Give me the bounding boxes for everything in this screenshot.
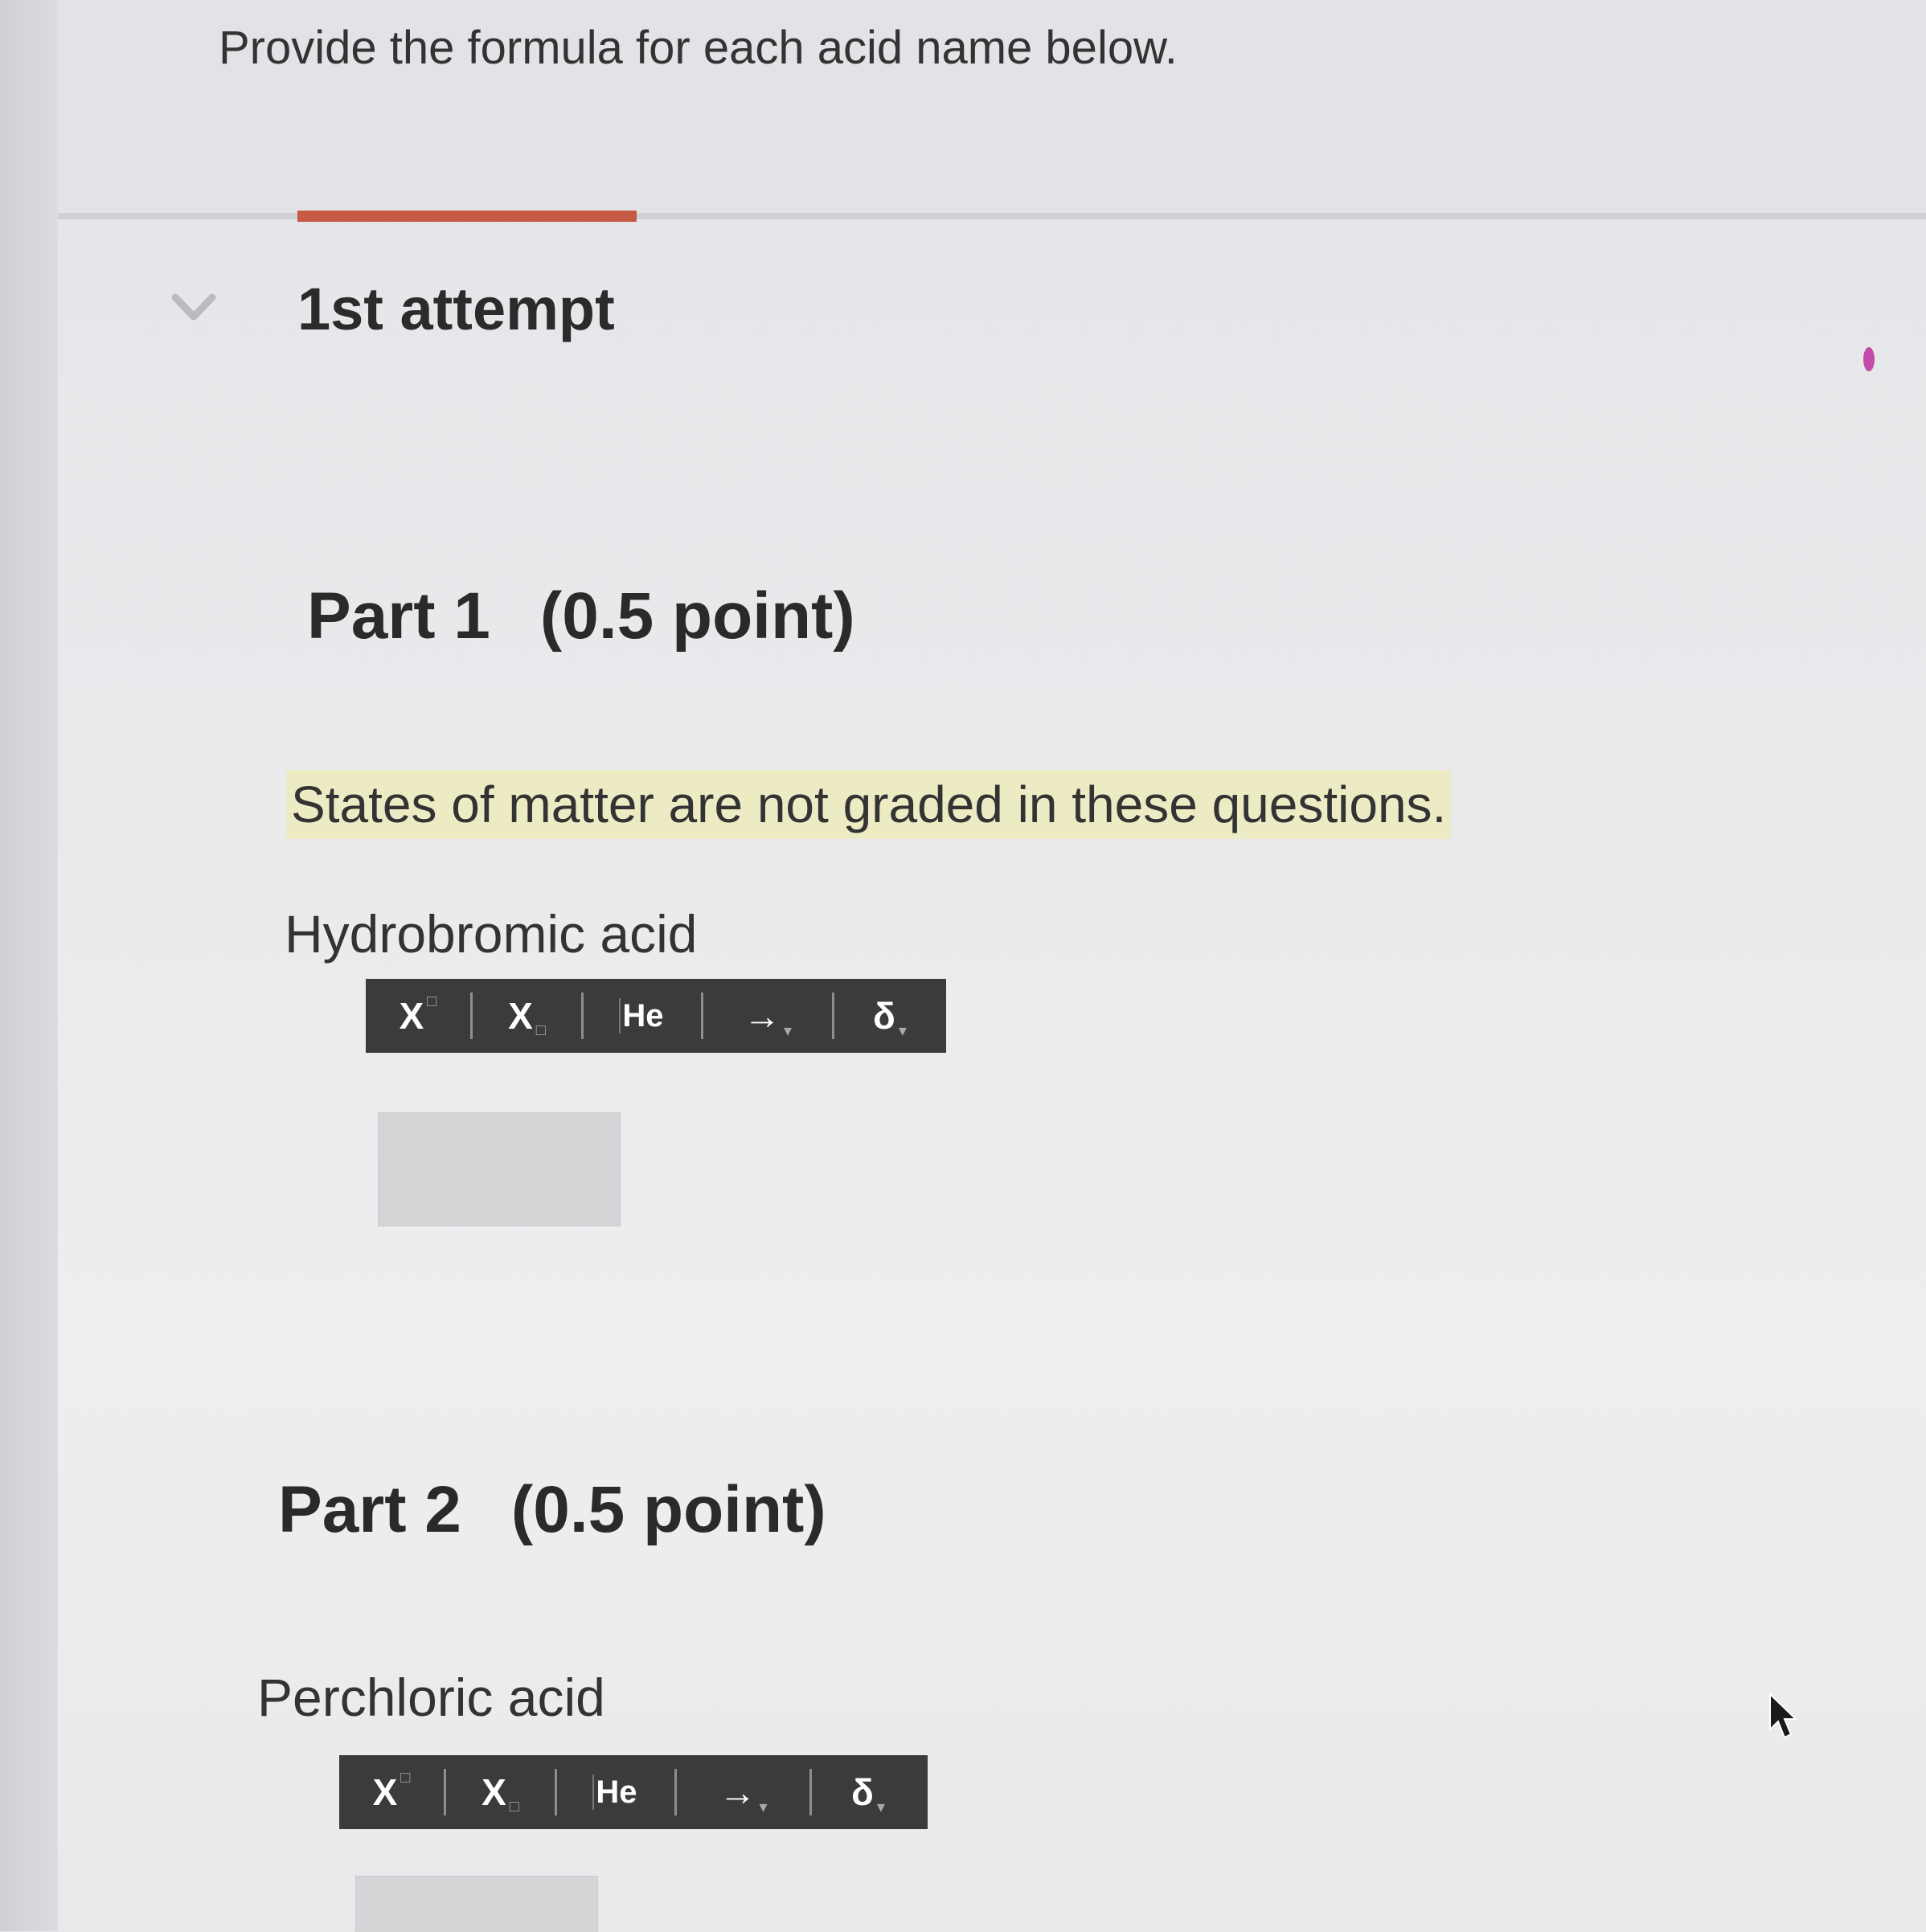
part-2-acid-name: Perchloric acid bbox=[257, 1668, 605, 1727]
part-2-label: Part 2 bbox=[278, 1473, 461, 1546]
part-1-label: Part 1 bbox=[307, 579, 490, 653]
part-2-formula-toolbar: X □ X □ He → ▾ δ ▾ bbox=[339, 1755, 928, 1829]
delta-label: δ bbox=[873, 995, 895, 1037]
element-label: He bbox=[592, 1774, 638, 1810]
part-2-answer-input[interactable] bbox=[355, 1876, 598, 1932]
superscript-button[interactable]: X □ bbox=[366, 979, 470, 1053]
decorative-dot bbox=[1863, 347, 1875, 371]
delta-label: δ bbox=[851, 1771, 874, 1813]
part-1-formula-toolbar: X □ X □ He → ▾ δ ▾ bbox=[366, 979, 946, 1053]
superscript-button[interactable]: X □ bbox=[339, 1755, 444, 1829]
superscript-label: X bbox=[372, 1771, 398, 1813]
subscript-label: X bbox=[508, 995, 533, 1037]
delta-dropdown-mark: ▾ bbox=[876, 1798, 885, 1816]
superscript-label: X bbox=[399, 995, 424, 1037]
element-button[interactable]: He bbox=[584, 979, 701, 1053]
part-2-points: (0.5 point) bbox=[510, 1473, 826, 1546]
element-label: He bbox=[619, 998, 665, 1034]
subscript-button[interactable]: X □ bbox=[473, 979, 581, 1053]
attempt-title[interactable]: 1st attempt bbox=[297, 275, 615, 343]
instructions-text: Provide the formula for each acid name b… bbox=[219, 22, 1178, 74]
part-1-acid-name: Hydrobromic acid bbox=[285, 904, 698, 964]
subscript-mark: □ bbox=[509, 1797, 519, 1815]
part-1-points: (0.5 point) bbox=[539, 579, 855, 653]
reaction-arrow-button[interactable]: → ▾ bbox=[677, 1755, 809, 1829]
left-rail bbox=[0, 0, 58, 1931]
arrow-dropdown-mark: ▾ bbox=[783, 1021, 793, 1040]
delta-button[interactable]: δ ▾ bbox=[834, 979, 945, 1053]
arrow-label: → bbox=[719, 1771, 756, 1813]
mouse-pointer-icon bbox=[1769, 1693, 1798, 1739]
superscript-mark: □ bbox=[427, 992, 437, 1010]
states-notice: States of matter are not graded in these… bbox=[286, 770, 1452, 839]
part-2-title: Part 2 (0.5 point) bbox=[278, 1472, 826, 1548]
element-button[interactable]: He bbox=[557, 1755, 674, 1829]
subscript-mark: □ bbox=[535, 1021, 546, 1039]
part-1-answer-input[interactable] bbox=[378, 1112, 621, 1226]
arrow-dropdown-mark: ▾ bbox=[759, 1798, 768, 1816]
delta-button[interactable]: δ ▾ bbox=[812, 1755, 924, 1829]
arrow-label: → bbox=[743, 995, 781, 1037]
chevron-down-icon[interactable] bbox=[170, 291, 217, 323]
delta-dropdown-mark: ▾ bbox=[898, 1021, 907, 1040]
part-1-title: Part 1 (0.5 point) bbox=[307, 579, 855, 654]
subscript-button[interactable]: X □ bbox=[446, 1755, 555, 1829]
reaction-arrow-button[interactable]: → ▾ bbox=[703, 979, 832, 1053]
superscript-mark: □ bbox=[400, 1768, 411, 1787]
subscript-label: X bbox=[482, 1771, 506, 1813]
attempt-progress-indicator bbox=[297, 211, 637, 222]
